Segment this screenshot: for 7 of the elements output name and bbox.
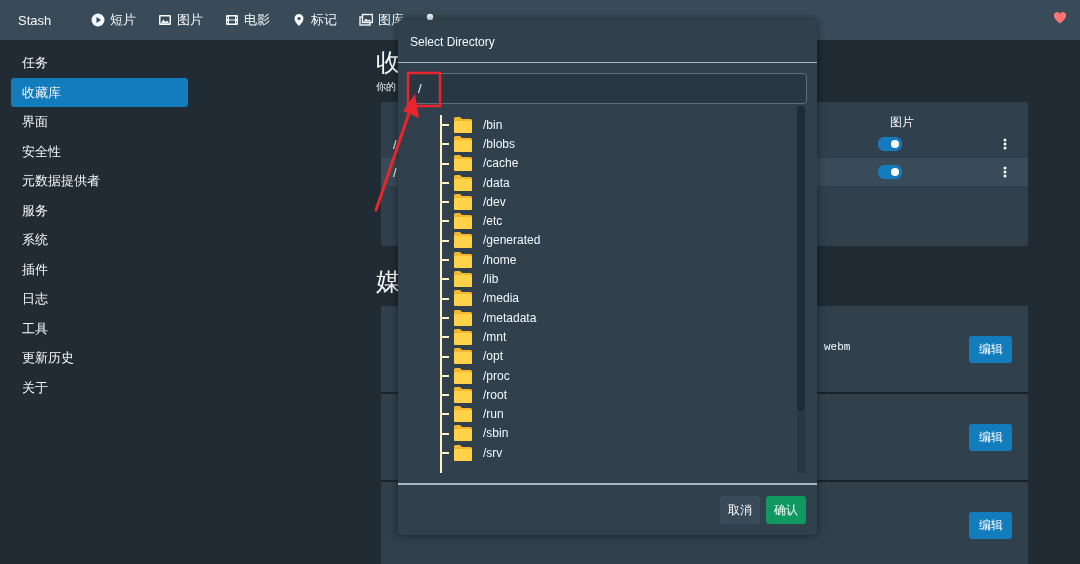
- path-text: /: [393, 136, 397, 152]
- section-heading: 媒: [376, 266, 401, 297]
- extensions-text: webm: [824, 341, 851, 353]
- section-description: 你的: [376, 80, 396, 94]
- page-heading: 收: [376, 47, 401, 78]
- column-header: 图片: [890, 114, 914, 131]
- path-text: /: [393, 164, 397, 180]
